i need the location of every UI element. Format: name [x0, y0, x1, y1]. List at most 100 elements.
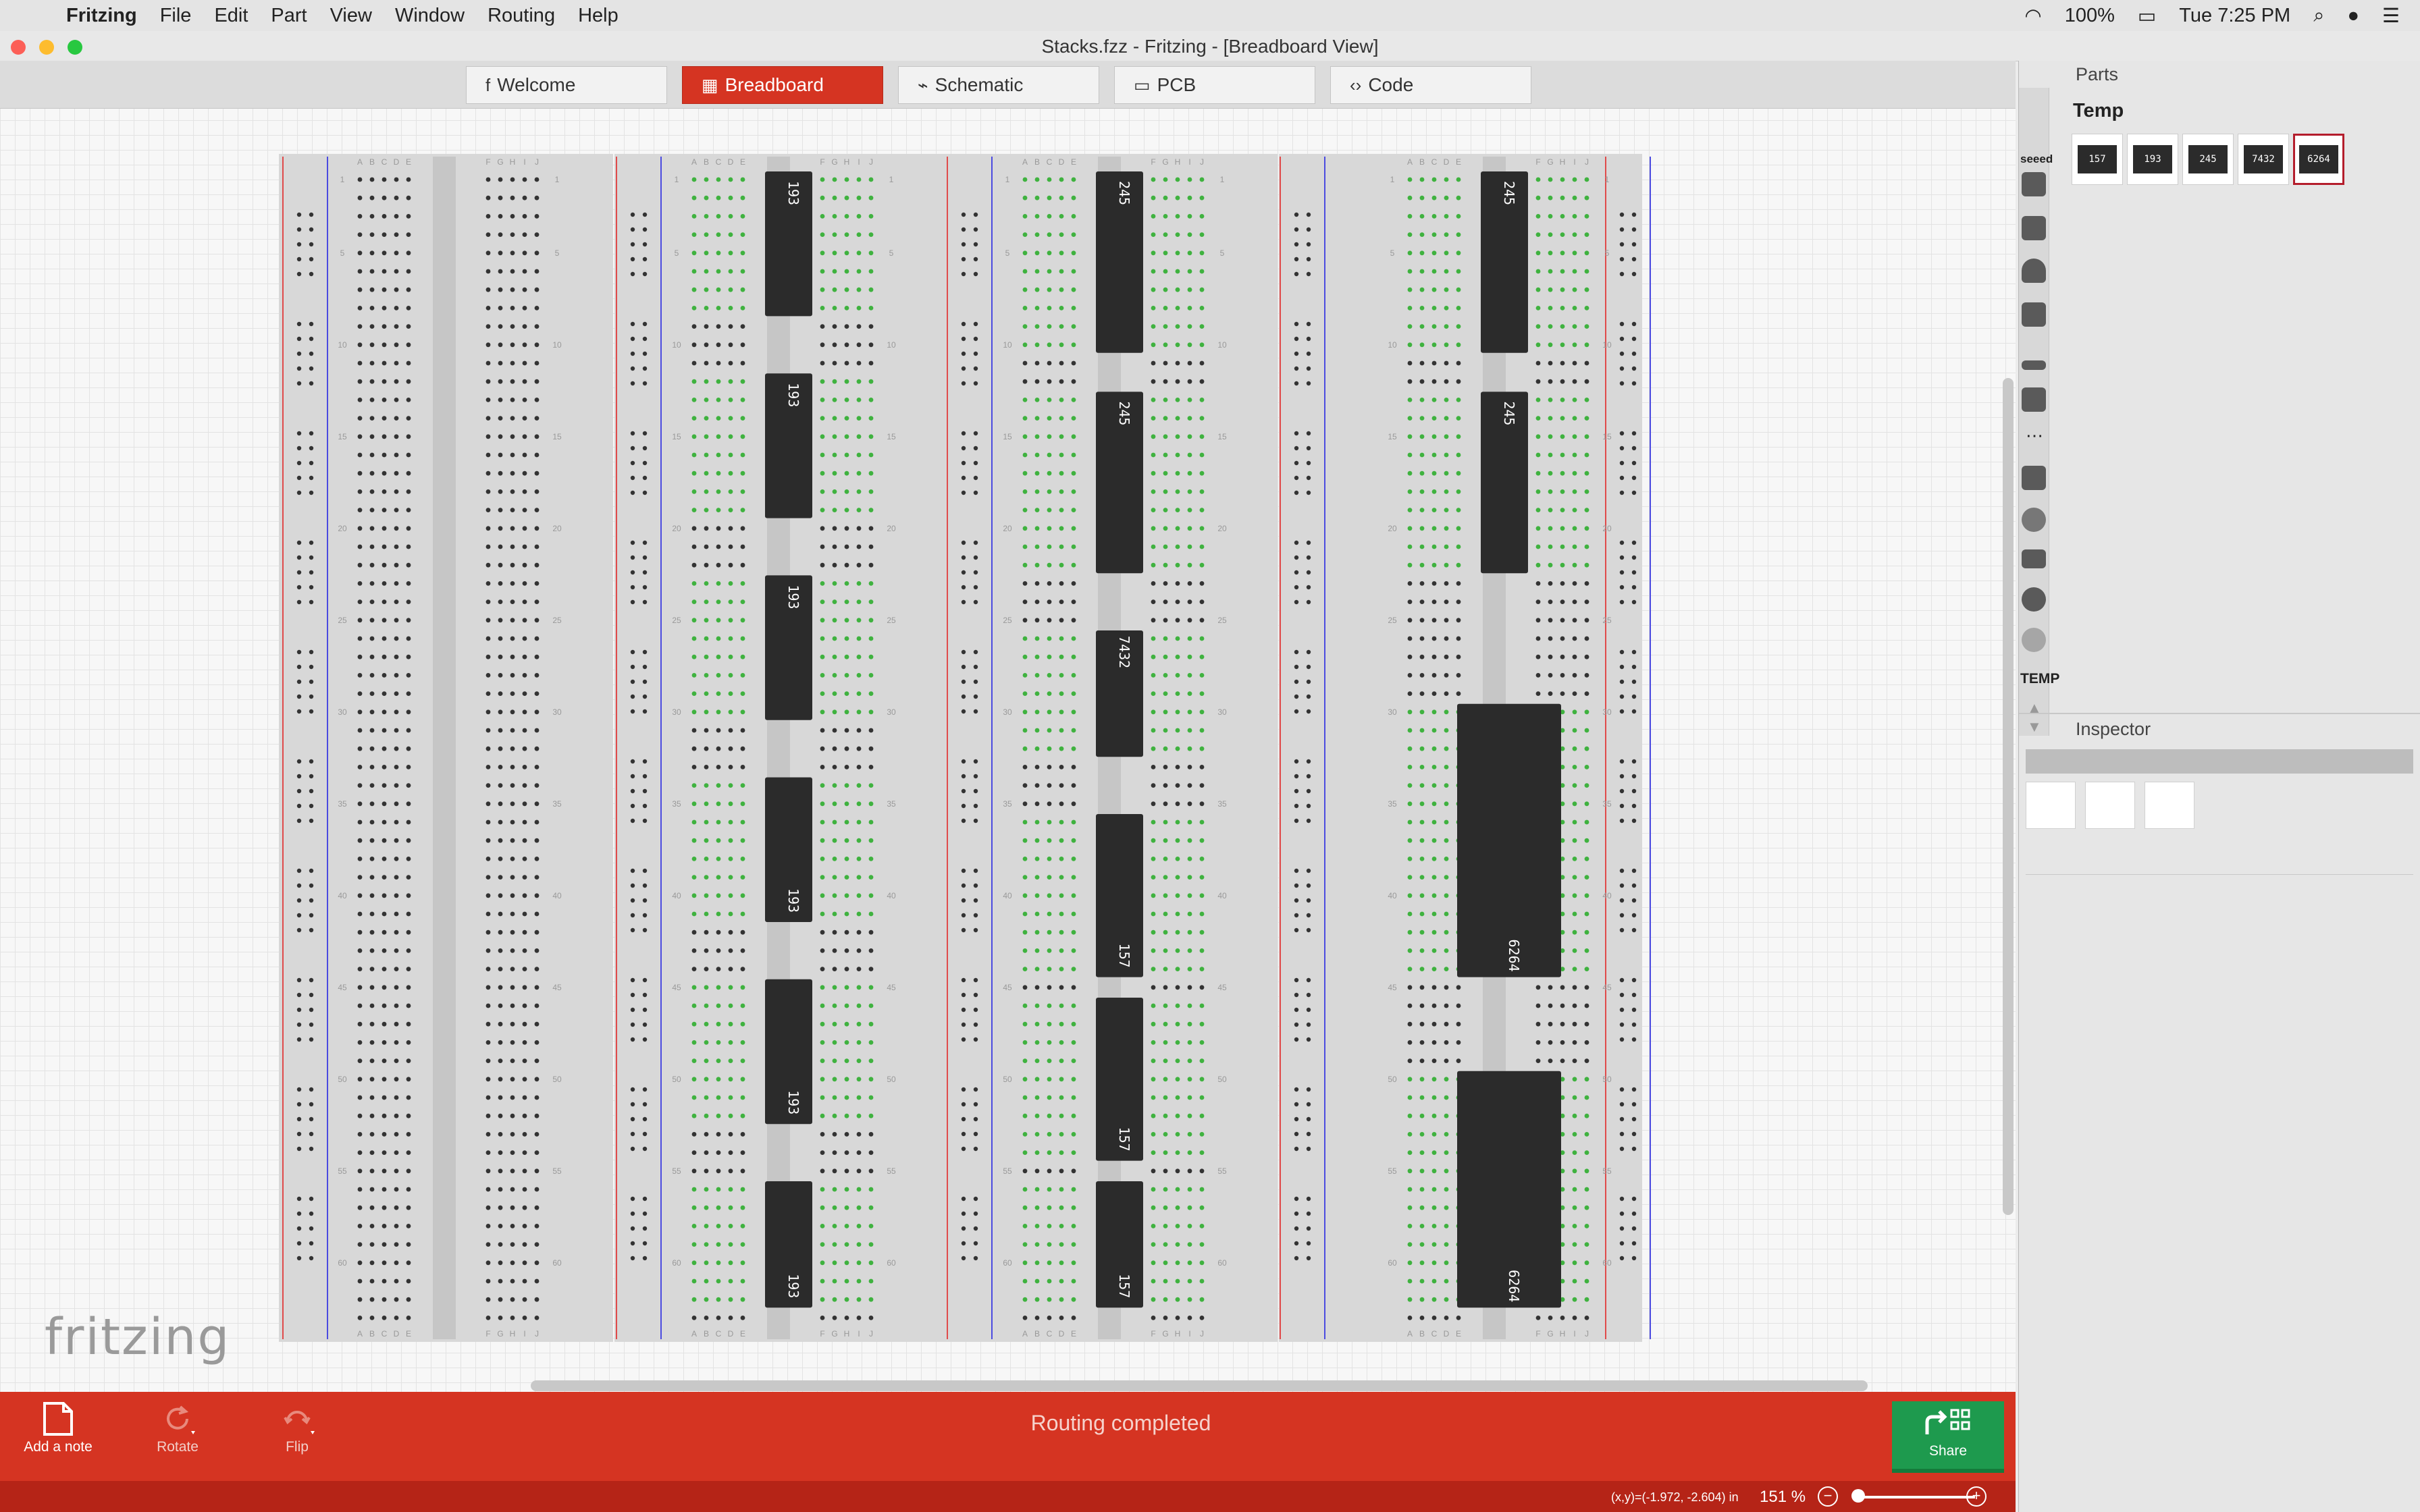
zoom-slider[interactable]: [1853, 1496, 1975, 1498]
spotlight-icon[interactable]: ⌕: [2313, 5, 2324, 27]
terminal-hole: [1572, 562, 1577, 568]
terminal-hole: [1187, 1316, 1192, 1320]
ic-chip-label: 6264: [1506, 940, 1522, 972]
core-bin-icon[interactable]: [2022, 216, 2046, 240]
terminal-hole: [510, 819, 515, 825]
terminal-hole: [1151, 324, 1156, 329]
row-number: 30: [1602, 707, 1612, 717]
terminal-hole: [1187, 342, 1192, 348]
terminal-hole: [357, 967, 363, 971]
sparkfun-bin-icon[interactable]: [2022, 259, 2046, 283]
tab-label: Breadboard: [725, 74, 824, 95]
clock[interactable]: Tue 7:25 PM: [2179, 5, 2290, 27]
column-label: E: [406, 1329, 411, 1339]
app-menu[interactable]: Fritzing: [66, 5, 137, 27]
terminal-hole: [1034, 508, 1040, 512]
terminal-hole: [1199, 875, 1205, 880]
zoom-level[interactable]: 151 %: [1760, 1488, 1806, 1507]
breadboard-stack[interactable]: AABBCCDDEEFFGGHHIIJJ1 15 510 1015 1520 2025 25…: [279, 154, 1710, 1342]
part-tile-245[interactable]: 245: [2182, 134, 2234, 185]
rail-hole: [1294, 570, 1299, 575]
row-number: 10: [1003, 340, 1012, 350]
vertical-scrollbar[interactable]: [2003, 378, 2014, 1215]
notification-center-icon[interactable]: ☰: [2382, 4, 2400, 28]
menu-edit[interactable]: Edit: [214, 5, 248, 27]
zoom-in-icon[interactable]: +: [1966, 1486, 1987, 1507]
share-button[interactable]: Share: [1892, 1401, 2004, 1473]
battery-percent[interactable]: 100%: [2065, 5, 2115, 27]
temp-bin-label[interactable]: TEMP: [2020, 671, 2059, 687]
menu-routing[interactable]: Routing: [488, 5, 555, 27]
zoom-slider-handle[interactable]: [1851, 1489, 1865, 1503]
menu-view[interactable]: View: [330, 5, 372, 27]
zoom-out-icon[interactable]: −: [1818, 1486, 1838, 1507]
terminal-hole: [844, 709, 849, 715]
terminal-hole: [406, 1003, 411, 1008]
terminal-hole: [716, 893, 721, 898]
terminal-hole: [1431, 250, 1437, 256]
part-tile-7432[interactable]: 7432: [2238, 134, 2289, 185]
terminal-hole: [1431, 819, 1437, 825]
rail-hole: [1306, 679, 1311, 684]
row-number: 30: [1217, 707, 1227, 717]
terminal-hole: [1407, 709, 1413, 715]
horizontal-scrollbar[interactable]: [531, 1380, 1868, 1391]
part-tile-6264[interactable]: 6264: [2293, 134, 2344, 185]
panel-divider[interactable]: [2019, 713, 2420, 714]
antenna-bin-icon[interactable]: [2022, 508, 2046, 532]
tab-welcome[interactable]: f Welcome: [466, 66, 667, 104]
terminal-hole: [510, 177, 515, 182]
rail-hole: [642, 977, 648, 983]
terminal-hole: [357, 544, 363, 549]
wifi-icon[interactable]: ◠: [2024, 4, 2041, 28]
tool-bin-icon[interactable]: [2022, 587, 2046, 612]
more-bins-icon[interactable]: ⋯: [2026, 425, 2043, 446]
resistor-bin-icon[interactable]: [2022, 360, 2046, 370]
terminal-hole: [1560, 1040, 1565, 1045]
rail-hole: [973, 446, 978, 451]
terminal-hole: [868, 1095, 874, 1100]
terminal-hole: [716, 1297, 721, 1302]
terminal-hole: [1431, 967, 1437, 971]
row-number: 1: [889, 175, 894, 184]
menu-window[interactable]: Window: [395, 5, 465, 27]
arduino-bin-icon[interactable]: [2022, 172, 2046, 196]
tab-code[interactable]: ‹› Code: [1330, 66, 1531, 104]
menu-file[interactable]: File: [160, 5, 192, 27]
terminal-hole: [1456, 985, 1461, 990]
siri-icon[interactable]: ●: [2347, 5, 2359, 27]
seeed-bin-label[interactable]: seeed: [2020, 153, 2053, 166]
terminal-hole: [1071, 1260, 1076, 1266]
menu-part[interactable]: Part: [271, 5, 307, 27]
terminal-hole: [740, 1168, 745, 1174]
tab-schematic[interactable]: ⌁ Schematic: [898, 66, 1099, 104]
menu-help[interactable]: Help: [578, 5, 619, 27]
part-tile-193[interactable]: 193: [2127, 134, 2178, 185]
terminal-hole: [498, 1058, 503, 1063]
rail-hole: [973, 242, 978, 247]
terminal-hole: [382, 783, 387, 788]
part-tile-157[interactable]: 157: [2072, 134, 2123, 185]
terminal-hole: [1535, 287, 1541, 292]
board-bin-icon[interactable]: [2022, 466, 2046, 490]
terminal-hole: [1034, 1297, 1040, 1302]
ic-bin-icon[interactable]: [2022, 302, 2046, 327]
scroll-up-icon[interactable]: ▲: [2027, 699, 2042, 717]
terminal-hole: [1419, 398, 1425, 402]
tab-breadboard[interactable]: ▦ Breadboard: [682, 66, 883, 104]
button-bin-icon[interactable]: [2022, 387, 2046, 412]
rail-hole: [1306, 709, 1311, 714]
terminal-hole: [844, 434, 849, 439]
robot-bin-icon[interactable]: [2022, 549, 2046, 568]
rail-hole: [1306, 1256, 1311, 1261]
tab-pcb[interactable]: ▭ PCB: [1114, 66, 1315, 104]
terminal-hole: [1071, 1021, 1076, 1027]
mine-bin-icon[interactable]: [2022, 628, 2046, 652]
terminal-hole: [369, 911, 375, 917]
breadboard-canvas[interactable]: f Welcome ▦ Breadboard ⌁ Schematic ▭ PCB…: [0, 61, 2016, 1392]
terminal-hole: [728, 398, 733, 402]
battery-icon[interactable]: ▭: [2138, 4, 2156, 28]
terminal-hole: [1071, 232, 1076, 237]
terminal-hole: [1456, 489, 1461, 494]
terminal-hole: [740, 746, 745, 751]
